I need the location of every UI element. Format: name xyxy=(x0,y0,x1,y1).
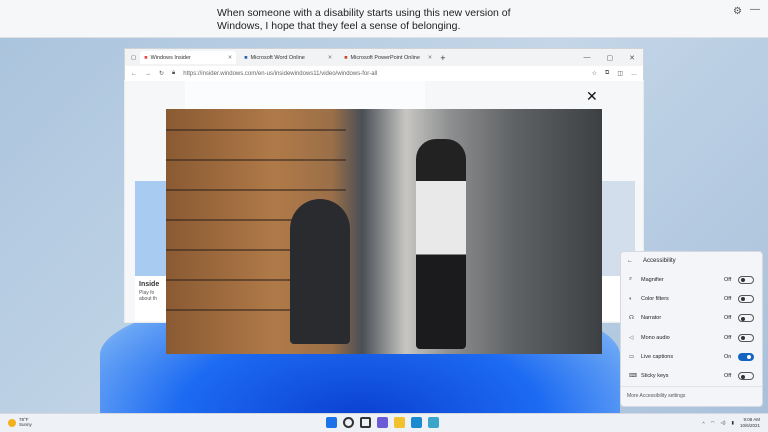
mono-audio-icon: ◁ xyxy=(629,334,634,341)
magnifier-icon: ⌕ xyxy=(629,276,633,283)
more-settings-link[interactable]: More Accessibility settings xyxy=(621,386,762,406)
accessibility-item: ◐ Color filters Off xyxy=(621,289,762,308)
close-icon[interactable]: ✕ xyxy=(629,54,635,62)
close-tab-icon[interactable]: ✕ xyxy=(328,55,333,61)
close-tab-icon[interactable]: ✕ xyxy=(228,55,233,61)
wifi-icon[interactable]: ◠ xyxy=(711,420,715,426)
back-icon[interactable]: ← xyxy=(627,258,633,264)
toggle-switch[interactable] xyxy=(738,314,754,323)
refresh-icon[interactable]: ↻ xyxy=(159,70,164,77)
panel-title: Accessibility xyxy=(643,258,676,264)
tab-strip: ▢ ■ Windows Insider ✕ ■ Microsoft Word Onli… xyxy=(125,49,643,66)
taskbar: 78°F Sunny ^ ◠ ◁) ▮ 9:08 AM 10/6/2021 xyxy=(0,413,768,432)
forward-icon[interactable]: → xyxy=(145,71,151,77)
close-tab-icon[interactable]: ✕ xyxy=(428,55,433,61)
file-explorer-icon[interactable] xyxy=(394,417,405,428)
sun-icon xyxy=(8,419,16,427)
word-icon: ■ xyxy=(244,54,248,61)
tab-label: Windows Insider xyxy=(150,54,191,61)
accessibility-item: ☊ Narrator Off xyxy=(621,309,762,328)
collections-icon[interactable]: ⧉ xyxy=(605,70,609,77)
item-state: Off xyxy=(724,276,732,283)
item-state: On xyxy=(724,353,732,360)
item-label: Color filters xyxy=(641,295,669,302)
gear-icon[interactable]: ⚙ xyxy=(733,6,742,17)
item-state: Off xyxy=(724,315,732,322)
item-label: Magnifier xyxy=(641,276,664,283)
chat-icon[interactable] xyxy=(377,417,388,428)
search-icon[interactable] xyxy=(343,417,354,428)
item-state: Off xyxy=(724,373,732,380)
volume-icon[interactable]: ◁) xyxy=(721,420,726,426)
back-icon[interactable]: ← xyxy=(131,71,137,77)
favorite-icon[interactable]: ☆ xyxy=(592,70,597,77)
accessibility-panel: ← Accessibility ⌕ Magnifier Off ◐ Color filte… xyxy=(620,251,763,407)
sticky-keys-icon: ⌨ xyxy=(629,373,637,380)
toggle-switch[interactable] xyxy=(738,352,754,361)
edge-icon[interactable] xyxy=(411,417,422,428)
item-state: Off xyxy=(724,334,732,341)
store-icon[interactable] xyxy=(428,417,439,428)
powerpoint-icon: ■ xyxy=(344,54,348,61)
accessibility-item: ⌕ Magnifier Off xyxy=(621,270,762,289)
tab-label: Microsoft Word Online xyxy=(250,54,305,61)
item-label: Sticky keys xyxy=(641,373,669,380)
accessibility-item: ◁ Mono audio Off xyxy=(621,328,762,347)
minimize-icon[interactable]: — xyxy=(750,4,760,15)
tab-windows-insider[interactable]: ■ Windows Insider ✕ xyxy=(140,51,237,64)
new-tab-button[interactable]: + xyxy=(440,53,445,63)
accessibility-item: ⌨ Sticky keys Off xyxy=(621,366,762,385)
lock-icon: 🔒︎ xyxy=(172,70,176,76)
tab-actions-icon[interactable]: ▢ xyxy=(131,55,136,61)
tab-word-online[interactable]: ■ Microsoft Word Online ✕ xyxy=(240,51,336,64)
weather-desc: Sunny xyxy=(19,422,32,427)
toggle-switch[interactable] xyxy=(738,372,754,381)
color-filters-icon: ◐ xyxy=(629,295,633,302)
date: 10/6/2021 xyxy=(739,423,760,428)
close-video-button[interactable]: ✕ xyxy=(586,88,598,105)
tab-label: Microsoft PowerPoint Online xyxy=(350,54,420,61)
url-input[interactable]: https://insider.windows.com/en-us/inside… xyxy=(183,71,583,77)
live-captions-icon: ▭ xyxy=(629,353,635,360)
start-icon[interactable] xyxy=(326,417,337,428)
accessibility-item: ▭ Live captions On xyxy=(621,347,762,366)
item-state: Off xyxy=(724,295,732,302)
narrator-icon: ☊ xyxy=(629,315,634,322)
toggle-switch[interactable] xyxy=(738,294,754,303)
item-label: Narrator xyxy=(641,315,662,322)
video-player[interactable] xyxy=(166,109,602,354)
more-icon[interactable]: … xyxy=(631,71,637,77)
battery-icon[interactable]: ▮ xyxy=(731,420,733,426)
extensions-icon[interactable]: ◫ xyxy=(617,70,623,77)
tab-powerpoint-online[interactable]: ■ Microsoft PowerPoint Online ✕ xyxy=(340,51,436,64)
item-label: Live captions xyxy=(641,353,674,360)
chevron-up-icon[interactable]: ^ xyxy=(702,421,704,426)
toggle-switch[interactable] xyxy=(738,275,754,284)
person-wheelchair xyxy=(290,199,350,344)
caption-text: When someone with a disability starts us… xyxy=(217,7,511,32)
clock[interactable]: 9:08 AM 10/6/2021 xyxy=(740,417,760,429)
live-captions-bar: When someone with a disability starts us… xyxy=(0,0,768,38)
person-walking xyxy=(416,139,466,349)
windows-logo-icon: ■ xyxy=(144,54,148,61)
system-tray: ^ ◠ ◁) ▮ 9:08 AM 10/6/2021 xyxy=(702,417,760,429)
maximize-icon[interactable]: ▢ xyxy=(607,54,614,62)
weather-widget[interactable]: 78°F Sunny xyxy=(8,417,32,427)
toggle-switch[interactable] xyxy=(738,333,754,342)
address-bar-row: ← → ↻ 🔒︎ https://insider.windows.com/en-… xyxy=(125,66,643,81)
task-view-icon[interactable] xyxy=(360,417,371,428)
item-label: Mono audio xyxy=(641,334,670,341)
minimize-icon[interactable]: — xyxy=(584,54,591,62)
